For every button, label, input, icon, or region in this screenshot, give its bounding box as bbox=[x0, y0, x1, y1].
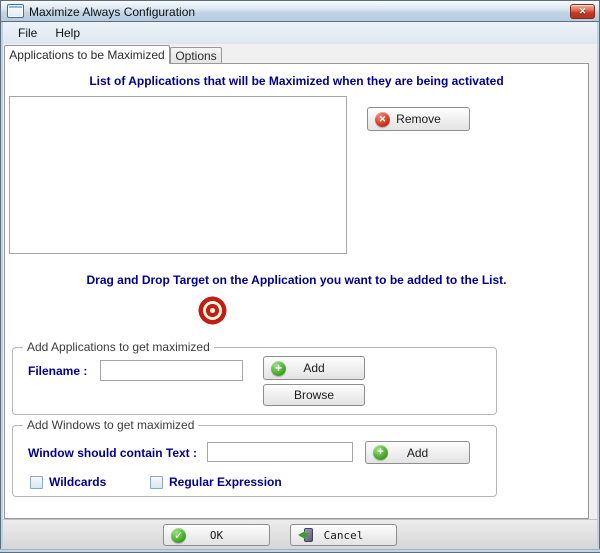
add-window-button[interactable]: + Add bbox=[365, 441, 470, 464]
filename-label: Filename : bbox=[28, 364, 87, 378]
remove-button[interactable]: ✕ Remove bbox=[367, 107, 470, 131]
cancel-exit-icon bbox=[298, 528, 314, 542]
browse-button[interactable]: Browse bbox=[263, 384, 365, 406]
drag-drop-target[interactable] bbox=[191, 291, 233, 329]
checkbox-icon bbox=[30, 476, 43, 489]
ok-check-icon: ✓ bbox=[171, 528, 186, 543]
add-applications-group: Add Applications to get maximized bbox=[12, 347, 497, 415]
applications-listbox[interactable] bbox=[9, 96, 347, 254]
regular-expression-checkbox[interactable]: Regular Expression bbox=[150, 475, 282, 489]
tab-options[interactable]: Options bbox=[170, 47, 222, 64]
cancel-button[interactable]: Cancel bbox=[290, 524, 397, 546]
remove-button-label: Remove bbox=[396, 112, 441, 126]
drag-drop-hint-text: Drag and Drop Target on the Application … bbox=[4, 273, 589, 287]
window-text-label: Window should contain Text : bbox=[28, 446, 197, 460]
app-window-icon bbox=[7, 4, 24, 18]
filename-input[interactable] bbox=[100, 360, 243, 381]
wildcards-checkbox-label: Wildcards bbox=[49, 475, 106, 489]
wildcards-checkbox[interactable]: Wildcards bbox=[30, 475, 106, 489]
cancel-button-label: Cancel bbox=[324, 529, 364, 542]
close-button[interactable]: ✕ bbox=[570, 4, 595, 19]
menu-item-file[interactable]: File bbox=[9, 24, 46, 42]
add-application-button-label: Add bbox=[303, 361, 324, 375]
maximize-always-configuration-window: Maximize Always Configuration ✕ File Hel… bbox=[0, 0, 600, 553]
add-window-button-label: Add bbox=[407, 446, 428, 460]
regular-expression-checkbox-label: Regular Expression bbox=[169, 475, 282, 489]
bullseye-target-icon bbox=[198, 296, 227, 325]
add-plus-icon: + bbox=[373, 445, 388, 460]
ok-button-label: OK bbox=[210, 529, 223, 542]
tab-applications-to-be-maximized[interactable]: Applications to be Maximized bbox=[4, 45, 170, 64]
add-application-button[interactable]: + Add bbox=[263, 356, 365, 380]
applications-list-heading: List of Applications that will be Maximi… bbox=[4, 74, 589, 88]
ok-button[interactable]: ✓ OK bbox=[163, 524, 270, 546]
window-text-input[interactable] bbox=[207, 442, 353, 462]
close-icon: ✕ bbox=[579, 6, 587, 17]
window-title: Maximize Always Configuration bbox=[29, 4, 599, 19]
title-bar: Maximize Always Configuration ✕ bbox=[0, 0, 600, 22]
menu-bar: File Help bbox=[3, 22, 597, 44]
checkbox-icon bbox=[150, 476, 163, 489]
window-border-left bbox=[0, 22, 3, 553]
add-applications-group-title: Add Applications to get maximized bbox=[23, 340, 214, 354]
window-border-bottom bbox=[0, 549, 600, 553]
menu-item-help[interactable]: Help bbox=[46, 24, 89, 42]
add-windows-group-title: Add Windows to get maximized bbox=[23, 418, 198, 432]
add-plus-icon: + bbox=[271, 361, 286, 376]
browse-button-label: Browse bbox=[294, 388, 334, 402]
remove-x-icon: ✕ bbox=[375, 112, 390, 127]
